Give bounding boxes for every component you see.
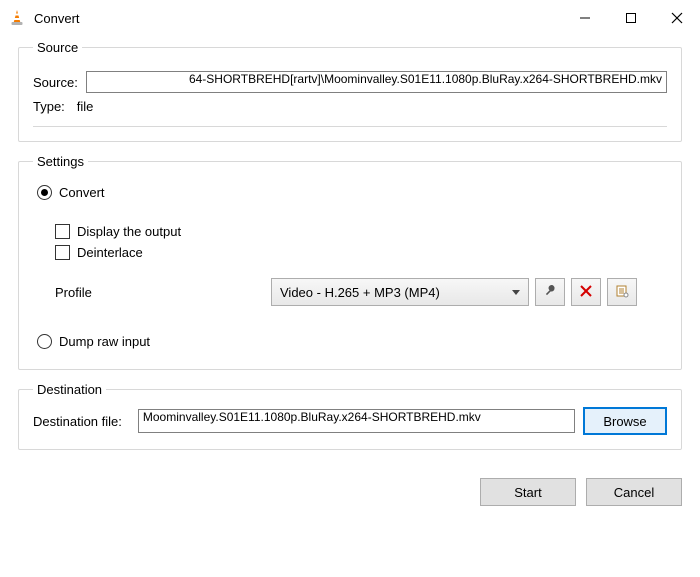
checkbox-icon xyxy=(55,245,70,260)
start-button-label: Start xyxy=(514,485,541,500)
deinterlace-checkbox[interactable]: Deinterlace xyxy=(55,245,667,260)
source-label: Source: xyxy=(33,75,78,90)
deinterlace-label: Deinterlace xyxy=(77,245,143,260)
display-output-checkbox[interactable]: Display the output xyxy=(55,224,667,239)
profile-edit-button[interactable] xyxy=(535,278,565,306)
radio-unselected-icon xyxy=(37,334,52,349)
destination-file-label: Destination file: xyxy=(33,414,122,429)
destination-group: Destination Destination file: Moominvall… xyxy=(18,382,682,450)
destination-legend: Destination xyxy=(33,382,106,397)
destination-file-input[interactable]: Moominvalley.S01E11.1080p.BluRay.x264-SH… xyxy=(138,409,575,433)
profile-value: Video - H.265 + MP3 (MP4) xyxy=(280,285,440,300)
vlc-icon xyxy=(8,9,26,27)
profile-combobox[interactable]: Video - H.265 + MP3 (MP4) xyxy=(271,278,529,306)
dump-raw-label: Dump raw input xyxy=(59,334,150,349)
cancel-button-label: Cancel xyxy=(614,485,654,500)
settings-group: Settings Convert Display the output Dein… xyxy=(18,154,682,370)
cancel-button[interactable]: Cancel xyxy=(586,478,682,506)
type-value: file xyxy=(77,99,94,114)
delete-x-icon xyxy=(580,285,592,300)
window-controls xyxy=(562,2,700,34)
checkbox-icon xyxy=(55,224,70,239)
browse-button-label: Browse xyxy=(603,414,646,429)
display-output-label: Display the output xyxy=(77,224,181,239)
browse-button[interactable]: Browse xyxy=(583,407,667,435)
start-button[interactable]: Start xyxy=(480,478,576,506)
profile-label: Profile xyxy=(55,285,265,300)
type-label: Type: xyxy=(33,99,65,114)
profile-new-button[interactable] xyxy=(607,278,637,306)
source-input[interactable]: 64-SHORTBREHD[rartv]\Moominvalley.S01E11… xyxy=(86,71,667,93)
wrench-icon xyxy=(543,284,557,301)
radio-selected-icon xyxy=(37,185,52,200)
source-divider xyxy=(33,126,667,127)
source-group: Source Source: 64-SHORTBREHD[rartv]\Moom… xyxy=(18,40,682,142)
convert-radio-label: Convert xyxy=(59,185,105,200)
minimize-button[interactable] xyxy=(562,2,608,34)
dialog-footer: Start Cancel xyxy=(0,476,700,506)
new-profile-icon xyxy=(615,284,629,301)
dump-raw-radio[interactable]: Dump raw input xyxy=(37,334,667,349)
profile-delete-button[interactable] xyxy=(571,278,601,306)
source-legend: Source xyxy=(33,40,82,55)
titlebar: Convert xyxy=(0,0,700,36)
close-button[interactable] xyxy=(654,2,700,34)
maximize-button[interactable] xyxy=(608,2,654,34)
window-title: Convert xyxy=(34,11,562,26)
convert-radio[interactable]: Convert xyxy=(37,185,667,200)
settings-legend: Settings xyxy=(33,154,88,169)
